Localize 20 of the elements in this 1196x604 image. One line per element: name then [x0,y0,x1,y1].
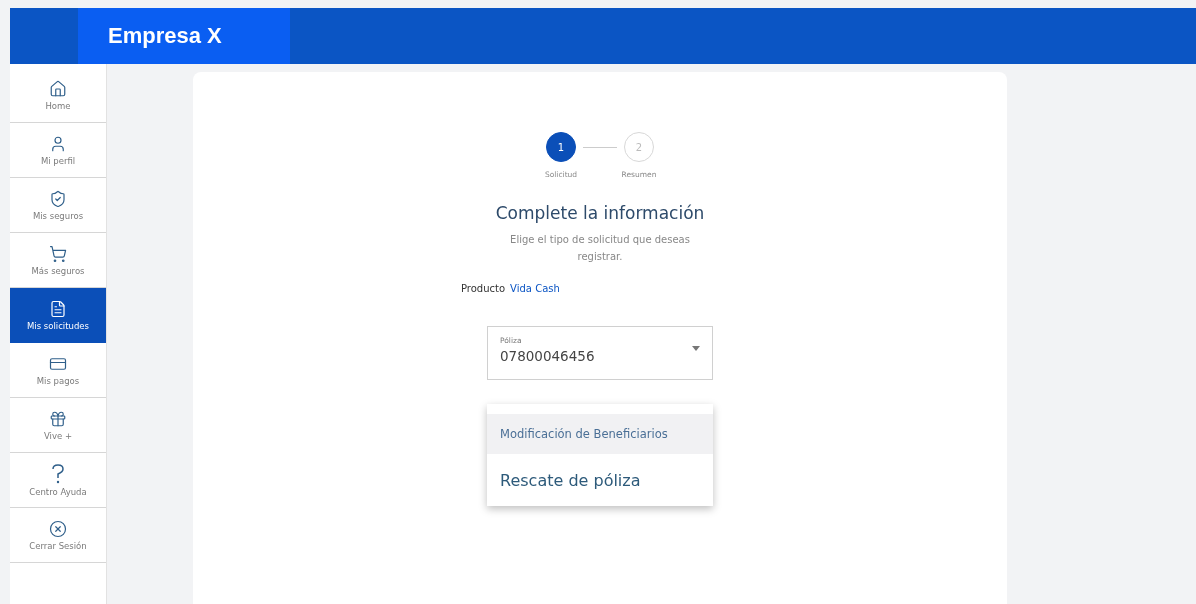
logout-icon [49,519,67,538]
step-circle: 1 [546,132,576,162]
menu-option[interactable]: Rescate de póliza [487,454,713,506]
form-title: Complete la información [495,203,705,223]
caret-icon [692,346,700,351]
cart-icon [49,244,67,263]
product-label: Producto [461,283,506,294]
shield-icon [49,189,67,208]
home-icon [49,79,67,98]
sidebar-item[interactable]: Mis solicitudes [10,288,106,343]
profile-icon [49,134,67,153]
document-icon [49,299,67,318]
menu-option[interactable]: Modificación de Beneficiarios [487,414,713,454]
step-circle: 2 [624,132,654,162]
product-value: Vida Cash [510,283,560,294]
field-value: 07800046456 [500,348,595,364]
form-subtitle: Elige el tipo de solicitud que deseas registrar. [509,233,691,264]
gift-icon [49,409,67,428]
help-icon [51,463,65,484]
brand-logo: Empresa X [78,8,290,64]
